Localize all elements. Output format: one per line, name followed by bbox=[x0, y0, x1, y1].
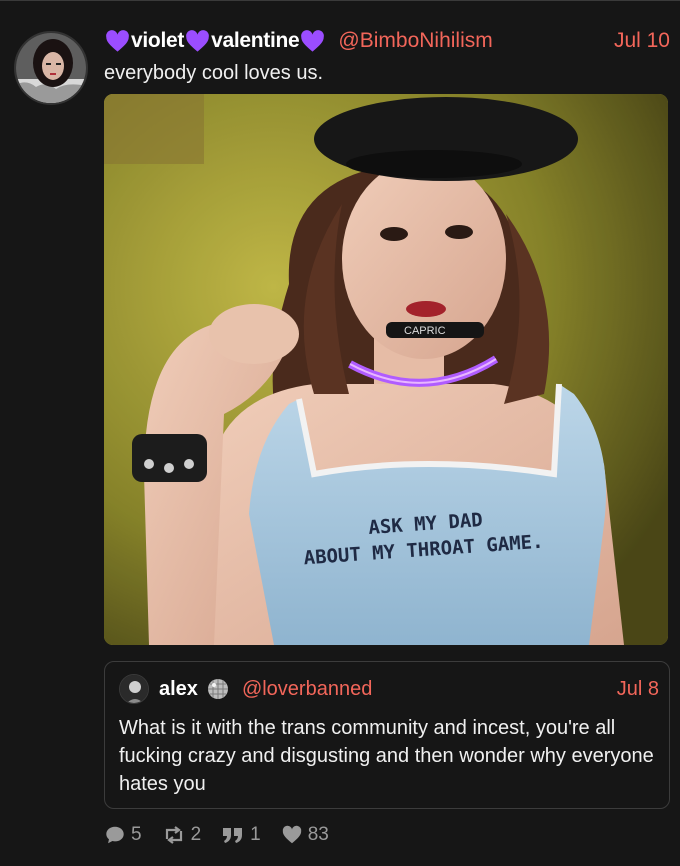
post-text: everybody cool loves us. bbox=[104, 62, 324, 84]
post-date[interactable]: Jul 10 bbox=[614, 29, 670, 53]
quoted-post-date[interactable]: Jul 8 bbox=[617, 678, 659, 701]
heart-icon bbox=[281, 824, 308, 846]
quote-count: 1 bbox=[250, 824, 261, 845]
quoted-post-header: alex @loverbanned Jul 8 bbox=[119, 673, 659, 705]
display-name[interactable]: violet valentine bbox=[104, 28, 326, 55]
like-button[interactable]: 83 bbox=[281, 824, 329, 846]
speech-bubble-icon bbox=[104, 824, 131, 846]
reply-button[interactable]: 5 bbox=[104, 824, 142, 846]
image-collar-text: CAPRIC bbox=[404, 325, 446, 337]
quote-button[interactable]: 1 bbox=[221, 824, 261, 846]
display-name-part-1: violet bbox=[131, 29, 185, 52]
author-avatar[interactable] bbox=[14, 31, 88, 105]
purple-heart-icon bbox=[184, 28, 211, 55]
like-count: 83 bbox=[307, 824, 329, 845]
repost-icon bbox=[162, 824, 191, 846]
quoted-author-name[interactable]: alex bbox=[159, 678, 198, 701]
quote-marks-icon bbox=[221, 824, 250, 846]
post-actions: 5 2 1 83 bbox=[104, 818, 349, 852]
quoted-post[interactable]: alex @loverbanned Jul 8 What is it with … bbox=[104, 661, 670, 809]
purple-heart-icon bbox=[299, 28, 326, 55]
reply-count: 5 bbox=[131, 824, 142, 845]
quoted-post-text: What is it with the trans community and … bbox=[119, 717, 654, 795]
display-name-part-2: valentine bbox=[211, 29, 300, 52]
disco-ball-icon bbox=[206, 677, 230, 701]
repost-button[interactable]: 2 bbox=[162, 824, 202, 846]
author-handle[interactable]: @BimboNihilism bbox=[338, 29, 492, 53]
post-image[interactable]: CAPRIC ASK MY DAD ABOUT MY THROAT GAME. bbox=[104, 94, 668, 645]
post: violet valentine @BimboNihilism Jul 10 e… bbox=[0, 0, 680, 866]
quoted-author-handle[interactable]: @loverbanned bbox=[242, 678, 372, 701]
post-header: violet valentine @BimboNihilism Jul 10 bbox=[104, 24, 670, 58]
purple-heart-icon bbox=[104, 28, 131, 55]
quoted-author-avatar[interactable] bbox=[119, 674, 149, 704]
repost-count: 2 bbox=[190, 824, 202, 845]
